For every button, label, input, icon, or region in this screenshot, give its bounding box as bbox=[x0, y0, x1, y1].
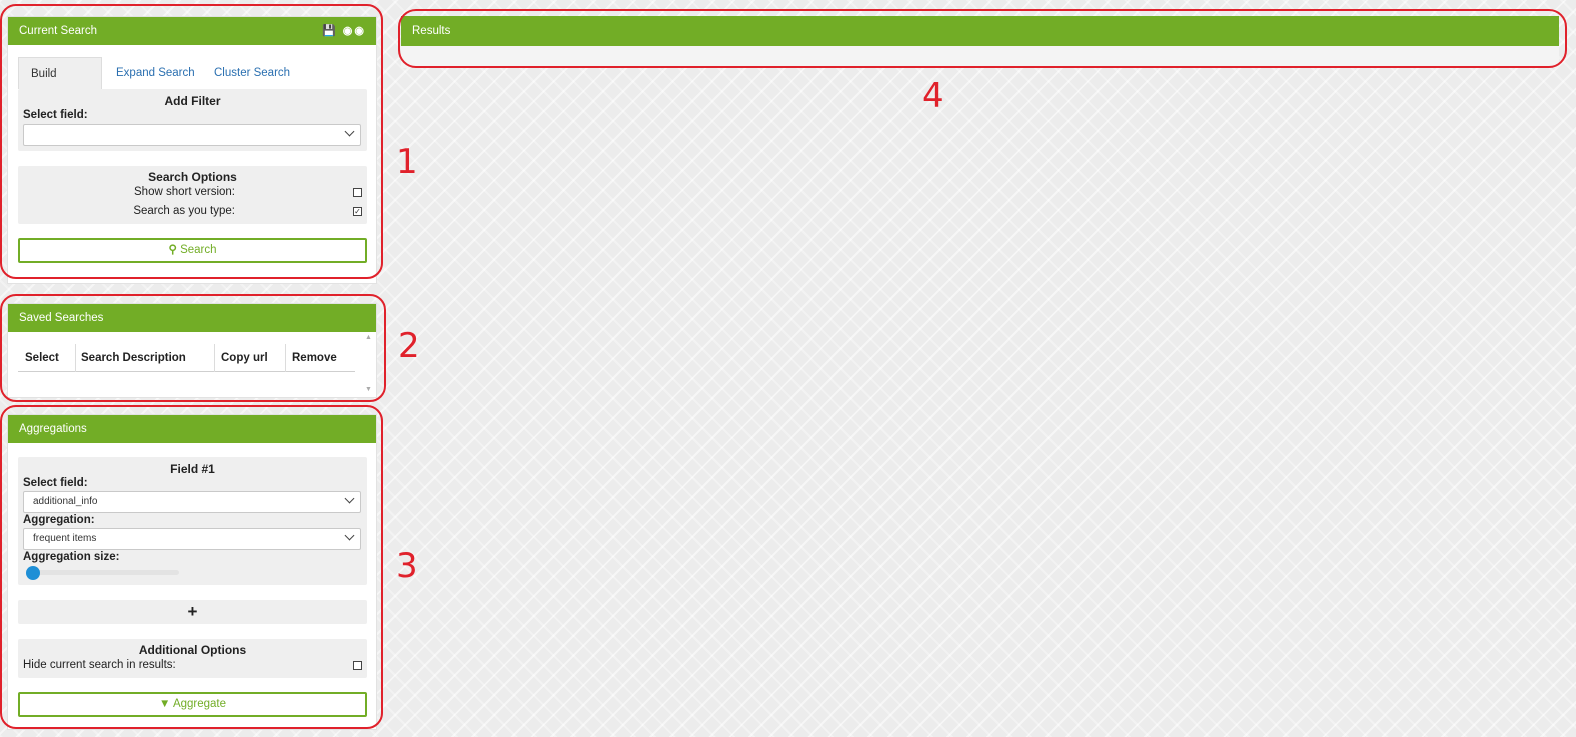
aggregations-header: Aggregations bbox=[8, 415, 376, 443]
aggregation-size-slider[interactable] bbox=[26, 566, 179, 580]
search-options-box: Search Options Show short version: Searc… bbox=[18, 166, 367, 224]
column-copy-url: Copy url bbox=[221, 352, 268, 364]
aggregations-title: Aggregations bbox=[19, 423, 87, 435]
add-field-button[interactable]: + bbox=[18, 600, 367, 624]
additional-options-box: Additional Options Hide current search i… bbox=[18, 639, 367, 678]
results-header: Results bbox=[401, 16, 1559, 46]
aggregation-value: frequent items bbox=[33, 533, 97, 544]
select-field-label: Select field: bbox=[23, 109, 88, 121]
saved-searches-title: Saved Searches bbox=[19, 312, 104, 324]
saved-searches-header: Saved Searches bbox=[8, 304, 376, 332]
annotation-marker-2: 2 bbox=[398, 326, 420, 366]
annotation-marker-3: 3 bbox=[396, 546, 418, 586]
tab-build-search[interactable]: Build Search bbox=[18, 57, 102, 112]
tab-cluster-search[interactable]: Cluster Search bbox=[202, 57, 302, 89]
aggregate-button[interactable]: ▼ Aggregate bbox=[18, 692, 367, 717]
annotation-marker-4: 4 bbox=[922, 76, 944, 116]
agg-select-field-label: Select field: bbox=[23, 477, 88, 489]
chevron-down-icon bbox=[344, 493, 355, 504]
chevron-down-icon bbox=[344, 530, 355, 541]
field-1-title: Field #1 bbox=[170, 462, 215, 476]
hide-current-search-label: Hide current search in results: bbox=[23, 659, 176, 671]
agg-field-select[interactable]: additional_info bbox=[23, 491, 361, 513]
filter-icon: ▼ bbox=[158, 698, 171, 710]
saved-searches-scrollbar[interactable]: ▲ ▼ bbox=[365, 334, 373, 394]
results-title: Results bbox=[412, 25, 451, 37]
add-filter-title: Add Filter bbox=[164, 94, 221, 108]
field-1-box: Field #1 Select field: additional_info A… bbox=[18, 457, 367, 585]
binoculars-icon[interactable]: ◉◉ bbox=[343, 25, 366, 37]
hide-current-search-checkbox[interactable] bbox=[353, 661, 362, 670]
column-remove: Remove bbox=[292, 352, 337, 364]
short-version-label: Show short version: bbox=[134, 186, 235, 198]
saved-searches-panel: Saved Searches Select Search Description… bbox=[7, 303, 377, 398]
aggregation-select[interactable]: frequent items bbox=[23, 528, 361, 550]
current-search-title: Current Search bbox=[19, 25, 97, 37]
short-version-checkbox[interactable] bbox=[353, 188, 362, 197]
add-filter-box: Add Filter Select field: bbox=[18, 89, 367, 151]
aggregation-label: Aggregation: bbox=[23, 514, 95, 526]
aggregation-size-label: Aggregation size: bbox=[23, 551, 120, 563]
slider-knob[interactable] bbox=[26, 566, 40, 580]
tab-expand-search[interactable]: Expand Search bbox=[104, 57, 207, 89]
agg-field-value: additional_info bbox=[33, 496, 98, 507]
filter-field-select[interactable] bbox=[23, 124, 361, 146]
scroll-down-icon[interactable]: ▼ bbox=[365, 386, 372, 394]
aggregations-panel: Aggregations Field #1 Select field: addi… bbox=[7, 414, 377, 730]
chevron-down-icon bbox=[344, 126, 355, 137]
search-button[interactable]: ⚲ Search bbox=[18, 238, 367, 263]
search-options-title: Search Options bbox=[148, 170, 237, 184]
search-as-you-type-label: Search as you type: bbox=[133, 205, 235, 217]
annotation-marker-1: 1 bbox=[396, 142, 418, 182]
search-button-label: Search bbox=[180, 244, 217, 256]
additional-options-title: Additional Options bbox=[138, 643, 247, 657]
results-panel: Results bbox=[401, 16, 1559, 68]
current-search-header: Current Search 💾 ◉◉ bbox=[8, 17, 376, 45]
search-icon: ⚲ bbox=[168, 244, 177, 256]
column-select: Select bbox=[25, 352, 59, 364]
search-tabs: Build Search Expand Search Cluster Searc… bbox=[18, 57, 368, 112]
plus-icon: + bbox=[187, 602, 198, 621]
column-search-description: Search Description bbox=[81, 352, 186, 364]
scroll-up-icon[interactable]: ▲ bbox=[365, 334, 373, 342]
saved-searches-table: Select Search Description Copy url Remov… bbox=[18, 344, 355, 372]
aggregate-button-label: Aggregate bbox=[172, 698, 227, 710]
current-search-panel: Current Search 💾 ◉◉ Build Search Expand … bbox=[7, 16, 377, 284]
search-as-you-type-checkbox[interactable]: ✓ bbox=[353, 207, 362, 216]
save-icon[interactable]: 💾 bbox=[322, 25, 338, 37]
